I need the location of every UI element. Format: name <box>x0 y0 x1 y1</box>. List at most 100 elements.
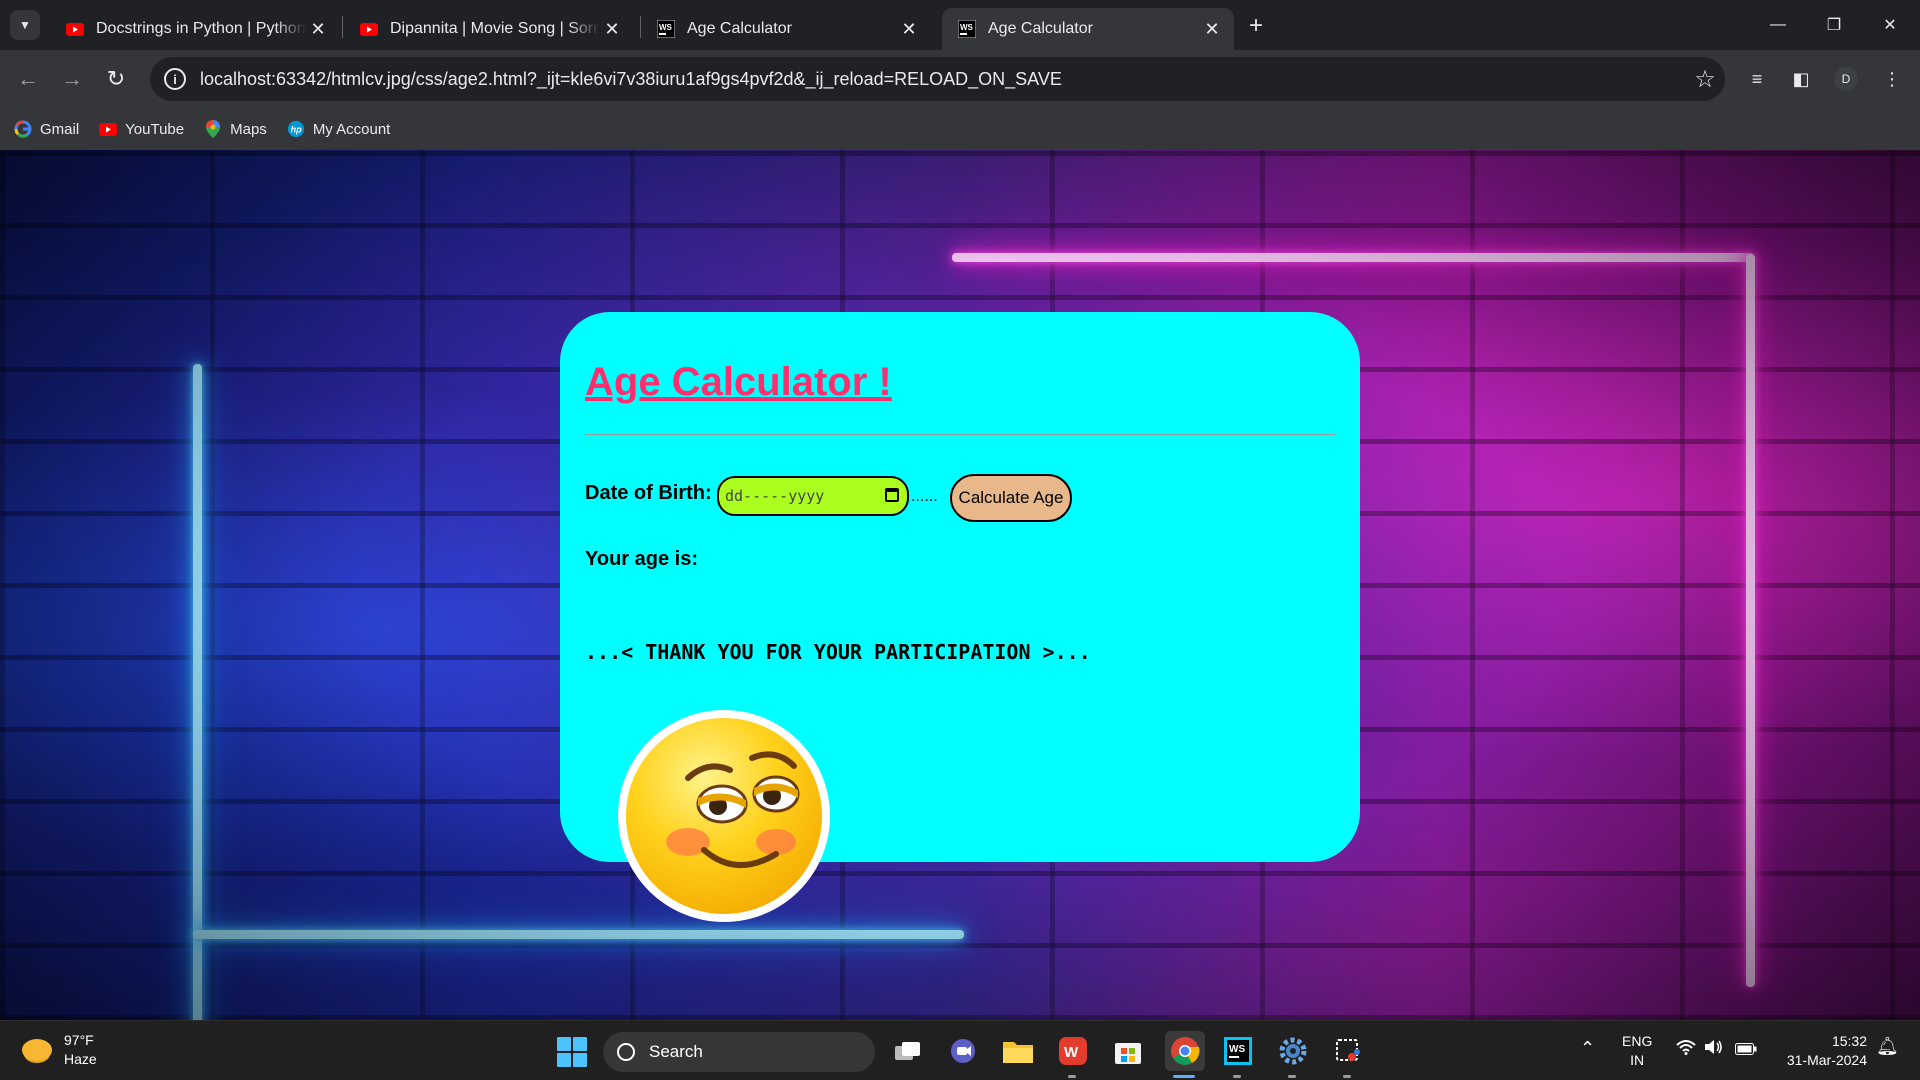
arrow-right-icon: → <box>61 66 83 91</box>
bookmark-my-account[interactable]: hp My Account <box>287 120 391 138</box>
calculate-age-label: Calculate Age <box>958 488 1064 507</box>
weather-condition: Haze <box>64 1051 97 1067</box>
taskbar-search[interactable]: Search <box>603 1032 875 1072</box>
clock[interactable]: 15:32 31-Mar-2024 <box>1775 1032 1867 1070</box>
calculate-age-button[interactable]: Calculate Age <box>950 474 1072 522</box>
new-tab-button[interactable]: + <box>1240 10 1272 42</box>
age-calculator-card: Age Calculator ! Date of Birth: dd-----y… <box>560 312 1360 922</box>
tab-title: Dipannita | Movie Song | Sorry Dipannita <box>390 20 600 37</box>
page-title: Age Calculator ! <box>585 360 892 404</box>
youtube-icon <box>66 20 84 38</box>
wifi-icon[interactable] <box>1676 1039 1696 1060</box>
back-button[interactable]: ← <box>12 63 44 95</box>
close-icon: ✕ <box>1883 17 1897 34</box>
language-line2: IN <box>1630 1052 1645 1068</box>
running-indicator <box>1068 1075 1076 1078</box>
svg-text:hp: hp <box>290 125 301 135</box>
volume-icon[interactable] <box>1704 1039 1724 1060</box>
tab-title: Age Calculator <box>687 20 792 37</box>
start-tile <box>557 1053 571 1067</box>
profile-avatar[interactable]: D <box>1834 67 1858 91</box>
webstorm-icon: WS <box>958 20 976 38</box>
weather-widget[interactable]: 97°F Haze <box>22 1031 97 1069</box>
tab-strip: ▼ Docstrings in Python | Python Tutorial… <box>0 0 1920 50</box>
restore-icon: ❐ <box>1826 17 1842 34</box>
windows-start-button[interactable] <box>557 1037 587 1067</box>
language-line1: ENG <box>1622 1033 1653 1049</box>
more-menu-icon[interactable]: ⋮ <box>1876 63 1908 95</box>
hp-logo-icon: hp <box>287 120 305 138</box>
tab-separator <box>342 16 343 38</box>
start-tile <box>573 1053 587 1067</box>
plus-icon: + <box>1248 12 1263 39</box>
thank-you-message: ...< THANK YOU FOR YOUR PARTICIPATION >.… <box>585 640 1091 664</box>
google-icon <box>14 120 32 138</box>
tab-3[interactable]: WS Age Calculator ✕ <box>641 8 931 50</box>
title-divider <box>585 434 1335 435</box>
microsoft-store-icon[interactable] <box>1111 1034 1145 1068</box>
running-indicator <box>1233 1075 1241 1078</box>
url-text[interactable]: localhost:63342/htmlcv.jpg/css/age2.html… <box>200 69 1685 90</box>
tab-4-active[interactable]: WS Age Calculator ✕ <box>942 8 1234 50</box>
calendar-icon[interactable] <box>885 488 899 502</box>
show-hidden-icons-chevron[interactable]: ⌃ <box>1580 1039 1595 1058</box>
battery-icon[interactable] <box>1735 1041 1757 1060</box>
page-viewport: Age Calculator ! Date of Birth: dd-----y… <box>0 150 1920 1020</box>
search-label: Search <box>649 1042 703 1061</box>
date-placeholder: dd-----yyyy <box>725 487 825 505</box>
active-indicator <box>1173 1075 1195 1078</box>
maps-pin-icon <box>204 120 222 138</box>
task-view-icon[interactable] <box>891 1034 925 1068</box>
date-of-birth-input[interactable]: dd-----yyyy <box>717 476 909 516</box>
bookmark-star-icon[interactable]: ☆ <box>1685 65 1725 94</box>
dots-separator: ...... <box>911 488 938 505</box>
bookmark-maps[interactable]: Maps <box>204 120 267 138</box>
minimize-icon: — <box>1770 16 1786 33</box>
language-indicator[interactable]: ENG IN <box>1622 1032 1652 1070</box>
teams-chat-icon[interactable] <box>946 1034 980 1068</box>
bookmark-label: My Account <box>312 120 391 138</box>
clock-date: 31-Mar-2024 <box>1786 1052 1867 1068</box>
reload-button[interactable]: ↻ <box>100 63 132 95</box>
youtube-icon <box>360 20 378 38</box>
close-tab-icon[interactable]: ✕ <box>600 19 624 40</box>
weather-temp: 97°F <box>64 1032 94 1048</box>
reload-icon: ↻ <box>106 66 126 91</box>
site-info-icon[interactable]: i <box>164 68 186 90</box>
wps-office-icon[interactable]: W <box>1056 1034 1090 1068</box>
windows-taskbar: 97°F Haze Search W WS ⌃ ENG IN 15:32 31-… <box>0 1020 1920 1080</box>
close-tab-icon[interactable]: ✕ <box>1200 19 1224 40</box>
notification-bell-icon[interactable]: 🔔︎ <box>1876 1037 1899 1056</box>
running-indicator <box>1343 1075 1351 1078</box>
close-window-button[interactable]: ✕ <box>1862 0 1918 50</box>
chrome-icon[interactable] <box>1165 1031 1205 1071</box>
tab-search-button[interactable]: ▼ <box>10 10 40 40</box>
close-tab-icon[interactable]: ✕ <box>306 19 330 40</box>
start-tile <box>557 1037 571 1051</box>
bookmark-gmail[interactable]: Gmail <box>14 120 79 138</box>
smiling-emoji-image <box>618 710 830 922</box>
bookmark-label: Maps <box>230 120 267 138</box>
svg-text:WS: WS <box>659 23 673 32</box>
side-panel-icon[interactable]: ◧ <box>1785 63 1817 95</box>
webstorm-icon: WS <box>657 20 675 38</box>
bookmark-youtube[interactable]: YouTube <box>99 120 184 138</box>
snipping-tool-icon[interactable] <box>1331 1034 1365 1068</box>
address-bar[interactable]: i localhost:63342/htmlcv.jpg/css/age2.ht… <box>150 57 1725 101</box>
forward-button[interactable]: → <box>56 63 88 95</box>
close-tab-icon[interactable]: ✕ <box>897 19 921 40</box>
tab-1[interactable]: Docstrings in Python | Python Tutorial ✕ <box>50 8 340 50</box>
settings-gear-icon[interactable] <box>1276 1034 1310 1068</box>
media-control-icon[interactable]: ≡ <box>1741 63 1773 95</box>
chevron-down-icon: ▼ <box>19 18 31 32</box>
webstorm-taskbar-icon[interactable]: WS <box>1221 1034 1255 1068</box>
tab-title: Docstrings in Python | Python Tutorial <box>96 20 306 37</box>
file-explorer-icon[interactable] <box>1001 1034 1035 1068</box>
dob-label: Date of Birth: <box>585 482 712 504</box>
restore-button[interactable]: ❐ <box>1806 0 1862 50</box>
minimize-button[interactable]: — <box>1750 0 1806 50</box>
tab-2[interactable]: Dipannita | Movie Song | Sorry Dipannita… <box>344 8 634 50</box>
age-result-label: Your age is: <box>585 548 698 570</box>
haze-sun-icon <box>22 1039 52 1061</box>
emoji-face <box>626 718 822 914</box>
